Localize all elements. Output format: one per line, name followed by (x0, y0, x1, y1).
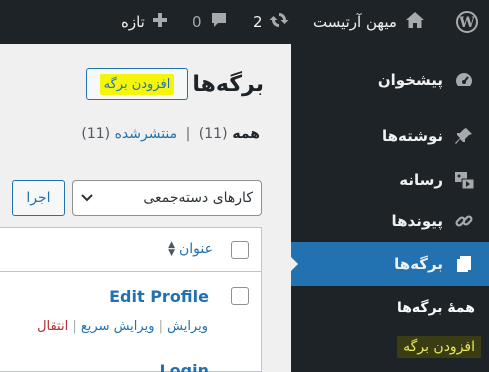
admin-bar: W میهن آرتیست 2 0 تازه (0, 0, 489, 44)
view-published-count: (11) (81, 126, 111, 142)
pages-icon (453, 253, 475, 275)
row-title-link[interactable]: Edit Profile (109, 287, 209, 306)
row-checkbox[interactable] (231, 287, 249, 305)
comments-link[interactable]: 0 (192, 0, 228, 44)
view-all-count: (11) (198, 126, 228, 142)
sidebar-item-media[interactable]: رسانه (291, 158, 489, 202)
column-title-header[interactable]: ▲ ▼ عنوان (168, 240, 213, 258)
bulk-actions-select[interactable]: کارهای دسته‌جمعی (72, 180, 262, 216)
view-all-link[interactable]: همه (11) (199, 126, 260, 142)
sidebar-item-label: پیوندها (391, 212, 444, 230)
sidebar-item-links[interactable]: پیوندها (291, 199, 489, 243)
sidebar-item-label: برگه‌ها (394, 255, 443, 273)
view-all-label: همه (232, 126, 260, 142)
table-header: ▲ ▼ عنوان (0, 228, 261, 272)
current-indicator (290, 256, 298, 272)
view-published-link[interactable]: منتشرشده (11) (81, 126, 177, 142)
wordpress-logo-icon[interactable]: W (456, 0, 478, 44)
submenu-add-new-page[interactable]: افزودن برگه (397, 336, 481, 358)
sidebar-item-label: نوشته‌ها (381, 127, 443, 145)
home-icon (405, 11, 425, 33)
plus-icon (152, 12, 168, 32)
trash-link[interactable]: انتقال (37, 319, 68, 334)
link-icon (453, 210, 475, 232)
chevron-down-icon (81, 190, 93, 206)
pin-icon (453, 125, 475, 147)
page-title: برگه‌ها (192, 72, 264, 97)
apply-button[interactable]: اجرا (12, 180, 65, 216)
comments-count: 0 (192, 13, 202, 31)
refresh-icon (269, 10, 289, 34)
svg-text:W: W (458, 15, 475, 31)
view-published-label: منتشرشده (114, 126, 178, 142)
new-label: تازه (121, 13, 145, 31)
site-name-link[interactable]: میهن آرتیست (313, 0, 425, 44)
media-icon (453, 169, 475, 191)
dashboard-icon (453, 69, 475, 91)
row-title-link[interactable]: Login (159, 361, 209, 372)
view-filters: همه (11) | منتشرشده (11) (81, 126, 260, 142)
quick-edit-link[interactable]: ویرایش سریع (81, 319, 155, 334)
sidebar-item-pages[interactable]: برگه‌ها (290, 242, 489, 286)
view-separator: | (185, 126, 191, 142)
bulk-actions-value: کارهای دسته‌جمعی (143, 190, 253, 206)
sidebar-item-dashboard[interactable]: پیشخوان (291, 58, 489, 102)
sidebar-item-posts[interactable]: نوشته‌ها (291, 114, 489, 158)
select-all-checkbox[interactable] (231, 241, 249, 259)
site-name: میهن آرتیست (313, 13, 397, 31)
comment-icon (210, 11, 228, 33)
column-title-label: عنوان (179, 241, 213, 257)
sidebar-item-label: پیشخوان (377, 71, 443, 89)
sort-icon: ▲ ▼ (168, 240, 176, 258)
add-new-page-button[interactable]: افزودن برگه (86, 68, 188, 100)
updates-count: 2 (253, 13, 263, 31)
row-actions: ویرایش | ویرایش سریع | انتقال (37, 319, 208, 334)
pages-table: ▲ ▼ عنوان Edit Profile ویرایش | ویرایش سر… (0, 227, 262, 372)
edit-link[interactable]: ویرایش (167, 319, 208, 334)
updates-link[interactable]: 2 (253, 0, 289, 44)
main-content: برگه‌ها افزودن برگه همه (11) | منتشرشده … (0, 44, 291, 372)
admin-sidebar: پیشخوان نوشته‌ها رسانه پیوندها برگه‌ها ه… (290, 44, 489, 372)
new-content-link[interactable]: تازه (121, 0, 168, 44)
submenu-all-pages[interactable]: همهٔ برگه‌ها (397, 300, 475, 316)
add-new-page-label: افزودن برگه (99, 73, 175, 95)
sidebar-item-label: رسانه (399, 171, 443, 189)
